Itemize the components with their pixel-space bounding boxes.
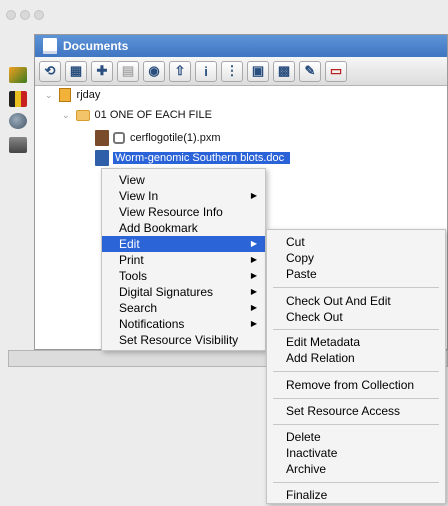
menu-separator	[273, 424, 439, 425]
cabinet-icon	[58, 88, 71, 102]
metadata-icon[interactable]: ⋮	[221, 60, 243, 82]
submenu-item-check-out[interactable]: Check Out	[267, 309, 445, 325]
panel-title: Documents	[63, 39, 129, 53]
minimize-window-button[interactable]	[20, 10, 30, 20]
info-icon[interactable]: i	[195, 60, 217, 82]
menu-item-tools[interactable]: Tools ▶	[102, 268, 265, 284]
menu-item-view[interactable]: View	[102, 172, 265, 188]
users-icon[interactable]	[9, 113, 27, 129]
submenu-item-archive[interactable]: Archive	[267, 461, 445, 477]
add-icon[interactable]: ✚	[91, 60, 113, 82]
submenu-item-remove-from-collection[interactable]: Remove from Collection	[267, 377, 445, 393]
menu-item-notifications[interactable]: Notifications ▶	[102, 316, 265, 332]
menu-separator	[273, 371, 439, 372]
zoom-window-button[interactable]	[34, 10, 44, 20]
panel-header: Documents	[35, 35, 447, 57]
submenu-arrow-icon: ▶	[250, 287, 257, 296]
root-label: rjday	[76, 89, 101, 101]
flag-icon[interactable]	[9, 91, 27, 107]
tree-icon[interactable]: ▦	[65, 60, 87, 82]
toolbar: ⟲ ▦ ✚ ▤ ◉ ⇧ i ⋮ ▣ ▩ ✎ ▭	[35, 57, 447, 86]
menu-item-view-resource-info[interactable]: View Resource Info	[102, 204, 265, 220]
submenu-item-cut[interactable]: Cut	[267, 234, 445, 250]
context-menu: View View In ▶ View Resource Info Add Boo…	[101, 168, 266, 351]
drive-icon[interactable]	[9, 137, 27, 153]
menu-separator	[273, 482, 439, 483]
doc-file-icon	[95, 150, 109, 166]
window-titlebar	[0, 0, 448, 30]
submenu-item-paste[interactable]: Paste	[267, 266, 445, 282]
tree-row-file[interactable]: cerflogotile(1).pxm	[95, 129, 220, 147]
menu-item-add-bookmark[interactable]: Add Bookmark	[102, 220, 265, 236]
submenu-arrow-icon: ▶	[250, 255, 257, 264]
menu-item-print[interactable]: Print ▶	[102, 252, 265, 268]
submenu-item-finalize[interactable]: Finalize	[267, 487, 445, 503]
tree-row-folder[interactable]: ⌄ 01 ONE OF EACH FILE	[62, 106, 212, 124]
file-label: cerflogotile(1).pxm	[130, 132, 221, 144]
menu-item-search[interactable]: Search ▶	[102, 300, 265, 316]
menu-item-edit[interactable]: Edit ▶	[102, 236, 265, 252]
folder-label: 01 ONE OF EACH FILE	[94, 109, 212, 121]
collection-icon[interactable]	[9, 67, 27, 83]
edit-submenu: Cut Copy Paste Check Out And Edit Check …	[266, 229, 446, 504]
clipboard-icon[interactable]: ▩	[273, 60, 295, 82]
refresh-icon[interactable]: ⟲	[39, 60, 61, 82]
lock-icon	[113, 132, 125, 144]
view-icon[interactable]: ◉	[143, 60, 165, 82]
submenu-item-inactivate[interactable]: Inactivate	[267, 445, 445, 461]
menu-separator	[273, 287, 439, 288]
pdf-icon[interactable]: ▭	[325, 60, 347, 82]
chevron-down-icon[interactable]: ⌄	[62, 110, 70, 121]
pxm-file-icon	[95, 130, 109, 146]
submenu-item-edit-metadata[interactable]: Edit Metadata	[267, 334, 445, 350]
submenu-arrow-icon: ▶	[250, 239, 257, 248]
tree-row-root[interactable]: ⌄ rjday	[45, 86, 100, 104]
tree-row-file-selected[interactable]: Worm-genomic Southern blots.doc	[95, 149, 291, 167]
menu-item-digital-signatures[interactable]: Digital Signatures ▶	[102, 284, 265, 300]
submenu-arrow-icon: ▶	[250, 271, 257, 280]
upload-icon[interactable]: ⇧	[169, 60, 191, 82]
pen-icon[interactable]: ✎	[299, 60, 321, 82]
folder-icon	[75, 109, 90, 121]
submenu-item-add-relation[interactable]: Add Relation	[267, 350, 445, 366]
submenu-item-set-resource-access[interactable]: Set Resource Access	[267, 403, 445, 419]
submenu-arrow-icon: ▶	[250, 303, 257, 312]
close-window-button[interactable]	[6, 10, 16, 20]
checkout-icon[interactable]: ▣	[247, 60, 269, 82]
file-label-selected: Worm-genomic Southern blots.doc	[113, 152, 291, 164]
menu-separator	[273, 329, 439, 330]
documents-icon	[43, 38, 57, 54]
menu-separator	[273, 398, 439, 399]
submenu-arrow-icon: ▶	[250, 191, 257, 200]
submenu-arrow-icon: ▶	[250, 319, 257, 328]
chevron-down-icon[interactable]: ⌄	[45, 90, 53, 101]
submenu-item-check-out-and-edit[interactable]: Check Out And Edit	[267, 293, 445, 309]
menu-item-set-resource-visibility[interactable]: Set Resource Visibility	[102, 332, 265, 348]
disabled-icon[interactable]: ▤	[117, 60, 139, 82]
submenu-item-copy[interactable]: Copy	[267, 250, 445, 266]
submenu-item-delete[interactable]: Delete	[267, 429, 445, 445]
menu-item-view-in[interactable]: View In ▶	[102, 188, 265, 204]
